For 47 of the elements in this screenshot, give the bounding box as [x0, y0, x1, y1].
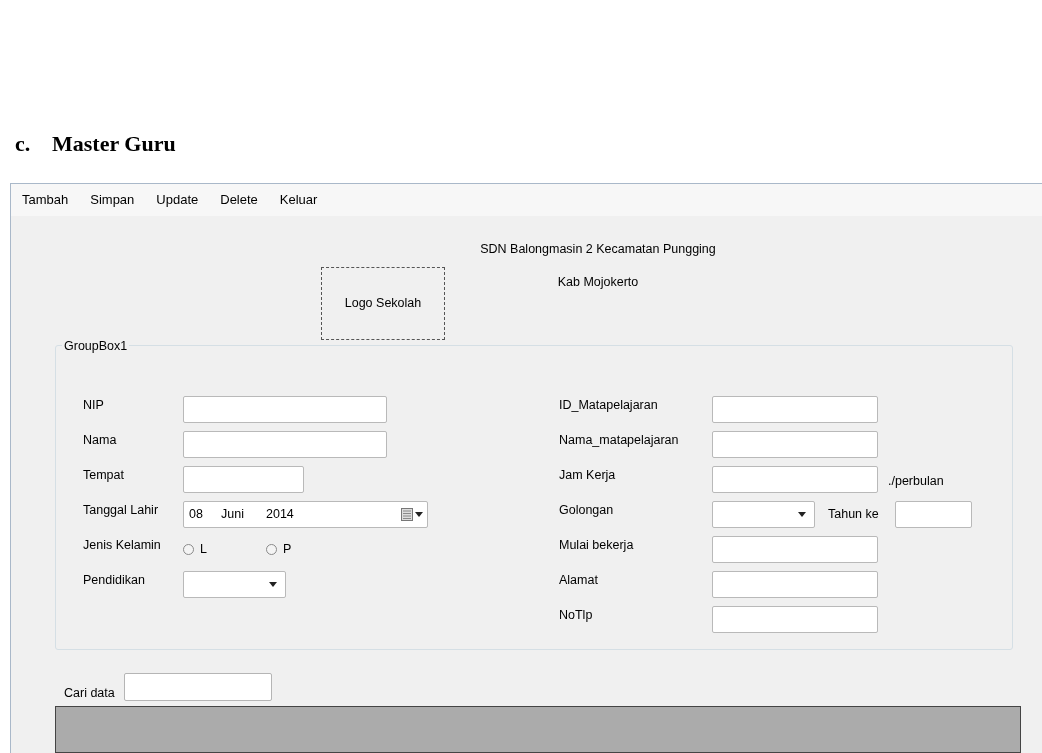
field-label: Mulai bekerja	[559, 537, 635, 555]
dropdown[interactable]	[183, 571, 286, 598]
school-title: Kab Mojokerto	[557, 273, 639, 291]
unit-label: ./perbulan	[888, 473, 944, 491]
field-label: NoTlp	[559, 607, 594, 625]
school-title: SDN Balongmasin 2 Kecamatan Pungging	[480, 241, 716, 258]
input-field[interactable]	[712, 431, 878, 458]
input-field[interactable]	[712, 536, 878, 563]
field-label: Jenis Kelamin	[83, 537, 162, 555]
field-label: NIP	[83, 397, 105, 415]
list-marker: c.	[15, 130, 32, 158]
field-label: Nama	[83, 432, 118, 450]
field-label: Cari data	[64, 684, 115, 702]
menu-item[interactable]: Simpan	[86, 190, 139, 210]
input-field[interactable]	[183, 431, 387, 458]
field-label: Nama_matapelajaran	[559, 432, 680, 450]
picture-box: Logo Sekolah	[321, 267, 445, 340]
caret-icon	[269, 582, 277, 587]
dropdown[interactable]	[712, 501, 815, 528]
input-field[interactable]	[712, 396, 878, 423]
input-field[interactable]	[712, 466, 878, 493]
field-label: Jam Kerja	[559, 467, 617, 485]
field-label: Tanggal Lahir	[83, 502, 160, 520]
radio-label: L	[200, 541, 207, 559]
radio-button[interactable]	[183, 544, 194, 555]
field-label: Alamat	[559, 572, 599, 590]
field-label: Golongan	[559, 502, 615, 520]
date-picker[interactable]: 08 Juni 2014	[183, 501, 428, 528]
radio-label: P	[283, 541, 292, 559]
calendar-icon	[401, 508, 423, 521]
field-label: Pendidikan	[83, 572, 146, 590]
caret-icon	[798, 512, 806, 517]
field-label: Tahun ke	[828, 506, 880, 524]
input-field[interactable]	[183, 466, 304, 493]
field-label: ID_Matapelajaran	[559, 397, 659, 415]
section-heading: Master Guru	[52, 130, 176, 158]
menu-item[interactable]: Tambah	[18, 190, 73, 210]
radio-button[interactable]	[266, 544, 277, 555]
field-label: Tempat	[83, 467, 125, 485]
search-field[interactable]	[123, 673, 272, 701]
menu-item[interactable]: Keluar	[275, 190, 322, 210]
menu-item[interactable]: Update	[152, 190, 203, 210]
input-field[interactable]	[712, 606, 878, 633]
input-field[interactable]	[712, 571, 878, 598]
input-field[interactable]	[895, 501, 972, 528]
input-field[interactable]	[183, 396, 387, 423]
menu-item[interactable]: Delete	[216, 190, 262, 210]
